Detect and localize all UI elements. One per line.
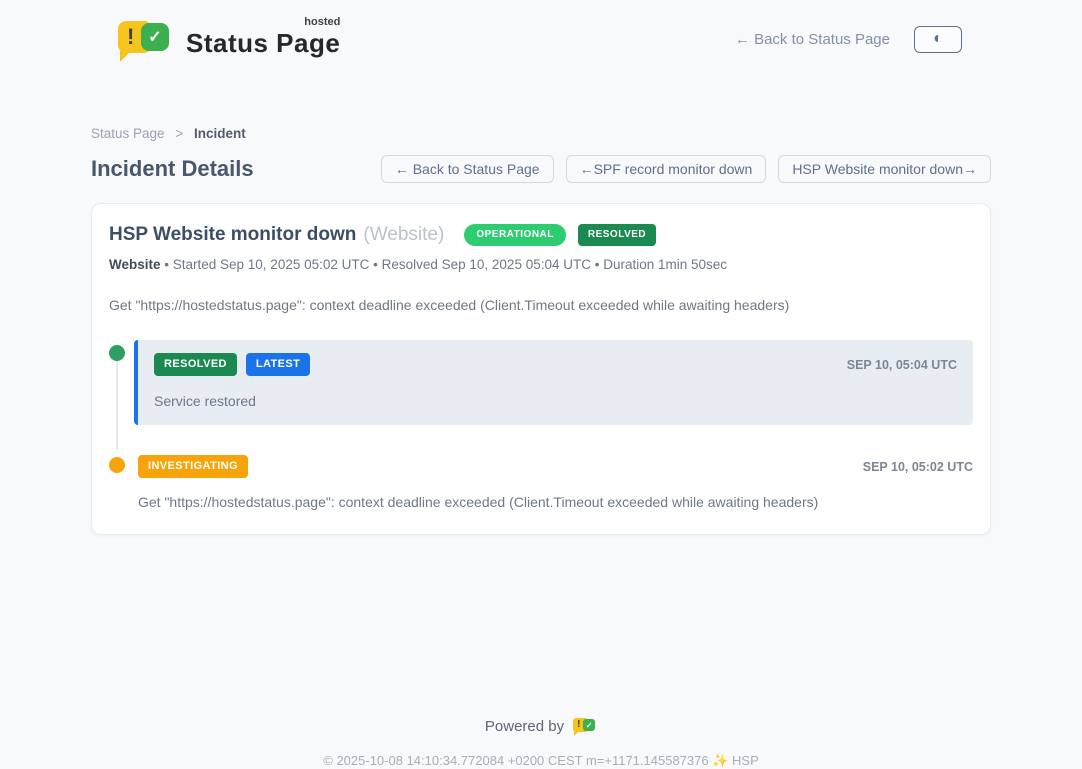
timeline-highlight-box: RESOLVED LATEST SEP 10, 05:04 UTC Servic… (134, 340, 973, 425)
header-right: ← Back to Status Page ◐ (735, 26, 962, 53)
brand-name: Status Page (186, 28, 340, 58)
timeline-entry-resolved: RESOLVED LATEST SEP 10, 05:04 UTC Servic… (109, 340, 973, 425)
incident-meta-details: • Started Sep 10, 2025 05:02 UTC • Resol… (161, 257, 728, 272)
logo-exclamation: ! (118, 26, 134, 48)
resolved-state-badge: RESOLVED (578, 224, 656, 246)
timeline-dot-orange (109, 457, 125, 473)
timeline-latest-badge: LATEST (246, 353, 310, 376)
incident-meta: Website • Started Sep 10, 2025 05:02 UTC… (109, 257, 973, 272)
title-row: Incident Details ← Back to Status Page ←… (91, 155, 991, 183)
timeline-message: Service restored (154, 393, 957, 409)
footer: Powered by ! ✓ © 2025-10-08 14:10:34.772… (0, 716, 1082, 769)
incident-timeline: RESOLVED LATEST SEP 10, 05:04 UTC Servic… (109, 340, 973, 510)
timeline-timestamp: SEP 10, 05:04 UTC (847, 358, 957, 372)
page-title: Incident Details (91, 156, 254, 182)
incident-description: Get "https://hostedstatus.page": context… (109, 297, 973, 313)
incident-component: (Website) (363, 224, 444, 246)
breadcrumb-status-page[interactable]: Status Page (91, 126, 165, 141)
timeline-entry-head: INVESTIGATING SEP 10, 05:02 UTC (138, 455, 973, 478)
incident-title: HSP Website monitor down (109, 224, 356, 246)
breadcrumb-incident: Incident (194, 126, 246, 141)
brand-logo[interactable]: ! ✓ Status Page hosted (118, 17, 340, 61)
logo-exclamation: ! (577, 719, 580, 730)
header: ! ✓ Status Page hosted ← Back to Status … (0, 0, 1082, 76)
breadcrumb-separator: > (175, 126, 183, 141)
timeline-entry-head: RESOLVED LATEST SEP 10, 05:04 UTC (154, 353, 957, 376)
timeline-investigating-badge: INVESTIGATING (138, 455, 248, 478)
incident-meta-component: Website (109, 257, 161, 272)
theme-toggle-button[interactable]: ◐ (914, 26, 962, 53)
statuspage-logo-icon: ! ✓ (118, 17, 174, 61)
main-content: Status Page > Incident Incident Details … (91, 126, 991, 535)
prev-incident-button[interactable]: ←SPF record monitor down (566, 155, 767, 183)
logo-check-icon: ✓ (583, 719, 595, 731)
incident-title-row: HSP Website monitor down (Website) OPERA… (109, 224, 973, 246)
logo-check-icon: ✓ (141, 23, 169, 51)
incident-card: HSP Website monitor down (Website) OPERA… (91, 203, 991, 535)
powered-by: Powered by ! ✓ (0, 716, 1082, 737)
brand-superscript: hosted (304, 16, 340, 28)
logo-bubble-tail (120, 51, 131, 62)
half-circle-contrast-icon: ◐ (933, 31, 943, 47)
header-back-to-status-page-link[interactable]: ← Back to Status Page (735, 31, 890, 48)
timeline-entry-body: INVESTIGATING SEP 10, 05:02 UTC Get "htt… (134, 455, 973, 510)
next-incident-button[interactable]: HSP Website monitor down→ (778, 155, 991, 183)
hsp-logo-icon[interactable]: ! ✓ (573, 716, 597, 737)
timeline-timestamp: SEP 10, 05:02 UTC (863, 460, 973, 474)
timeline-message: Get "https://hostedstatus.page": context… (138, 494, 973, 510)
incident-nav-buttons: ← Back to Status Page ←SPF record monito… (381, 155, 991, 183)
logo-bubble-tail (574, 731, 579, 736)
timeline-entry-investigating: INVESTIGATING SEP 10, 05:02 UTC Get "htt… (109, 455, 973, 510)
timeline-resolved-badge: RESOLVED (154, 353, 237, 376)
back-to-status-page-button[interactable]: ← Back to Status Page (381, 155, 554, 183)
operational-status-badge: OPERATIONAL (464, 224, 566, 246)
copyright-line: © 2025-10-08 14:10:34.772084 +0200 CEST … (0, 753, 1082, 769)
powered-by-label: Powered by (485, 718, 564, 735)
brand-text: Status Page hosted (186, 20, 340, 59)
breadcrumb: Status Page > Incident (91, 126, 991, 141)
timeline-dot-green (109, 345, 125, 361)
